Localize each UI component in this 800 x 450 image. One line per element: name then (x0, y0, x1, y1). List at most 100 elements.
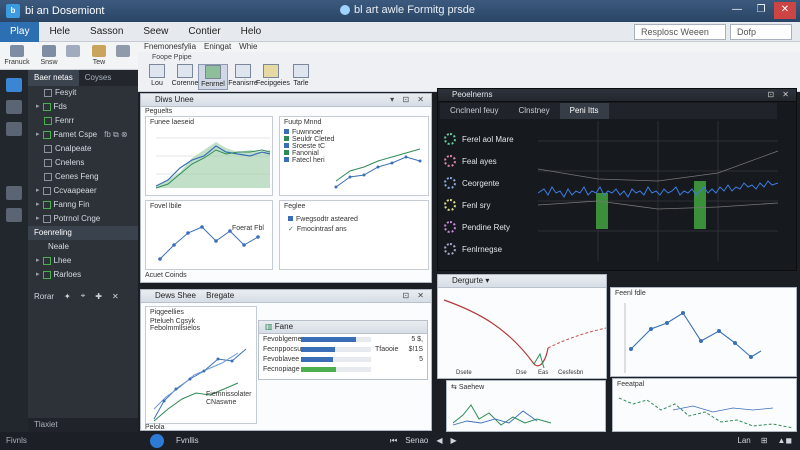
close-icon[interactable]: ✕ (112, 292, 119, 301)
tool-corenne[interactable]: Corenne (170, 64, 200, 90)
menu-sasson[interactable]: Sasson (80, 22, 133, 42)
ribbon-tab-eningat[interactable]: Eningat (204, 42, 231, 54)
notification-icon[interactable]: ▲◼ (777, 436, 792, 445)
tool-fecipgeies[interactable]: Fecipgeies (256, 64, 290, 90)
checkbox[interactable] (44, 117, 52, 125)
area-chart (155, 137, 271, 189)
sidebar-section-header[interactable]: Foenreling (28, 226, 138, 240)
menu-play[interactable]: Play (0, 21, 40, 42)
files-icon[interactable] (6, 78, 22, 92)
search-input[interactable]: Resplosc Weeen (634, 24, 726, 40)
chart-scatter-line: Fovel lbile Foerat Fbl (145, 200, 273, 270)
checkbox[interactable] (44, 89, 52, 97)
search-input-secondary[interactable]: Dofp (730, 24, 792, 40)
sidebar-item[interactable]: Cnalpeate (28, 142, 138, 156)
x-axis-label: Dse (516, 370, 527, 376)
prev-icon[interactable]: ◀ (436, 436, 442, 446)
panel-dark-chart: Peoelnerns ⊡ ✕ Cnclnenl feuy Clnstney Pen… (437, 88, 797, 271)
sidebar-item[interactable]: ▸ Potrnol Cnge (28, 212, 138, 226)
status-left-text: Fivnls (6, 436, 27, 445)
panel-side-label: Peguelts (145, 108, 173, 115)
checkbox[interactable] (44, 159, 52, 167)
plus-icon[interactable]: ✚ (95, 292, 102, 301)
franuck-button[interactable]: Franuck (2, 44, 32, 68)
target-icon[interactable]: ⌖ (81, 291, 86, 301)
menu-helo[interactable]: Helo (231, 22, 272, 42)
progress-label: Fecnppocsue (263, 345, 306, 353)
panel-mini-chart: ⇆ Saehew (446, 380, 606, 432)
skip-back-icon[interactable]: ⏮ (390, 436, 397, 446)
next-icon[interactable]: ▶ (451, 436, 457, 446)
menu-hele[interactable]: Hele (39, 22, 80, 42)
tool-lou[interactable]: Lou (142, 64, 172, 90)
sidebar-item[interactable]: ▸ Fds (28, 100, 138, 114)
funnel-icon (205, 65, 221, 79)
branch-icon[interactable] (6, 122, 22, 136)
sidebar-item[interactable]: Cenes Feng (28, 170, 138, 184)
grid-icon[interactable]: ⊞ (761, 436, 768, 445)
tab-clnstney[interactable]: Clnstney (508, 103, 559, 119)
tab-peni-itts[interactable]: Peni Itts (559, 103, 609, 119)
sidebar-sub-item[interactable]: Neale (28, 240, 138, 254)
sidebar-sub-item[interactable]: ▸ Lhee (28, 254, 138, 268)
progress-fill (301, 356, 334, 362)
sidebar-sub-item[interactable]: ▸ Rarloes (28, 268, 138, 282)
gear-icon[interactable] (6, 208, 22, 222)
tool-feanisrre[interactable]: Feanisrre (228, 64, 258, 90)
copy-icon (66, 45, 80, 57)
checkbox[interactable] (44, 173, 52, 181)
red-line-chart: Dsete Dse Eas Cesfesbn (443, 299, 607, 376)
checkbox[interactable] (42, 271, 51, 279)
dark-tabs: Cnclnenl feuy Clnstney Peni Itts (440, 103, 777, 119)
checkbox[interactable] (44, 145, 52, 153)
sidebar-item[interactable]: Cnelens (28, 156, 138, 170)
pin-icon (10, 45, 24, 57)
dark-legend-item: Fenlrnegse (444, 243, 502, 255)
maximize-button[interactable]: ❐ (750, 2, 772, 19)
sidebar-item[interactable]: ▸ Famet Cspe fb ⧉ ⊗ (28, 128, 138, 142)
checkbox[interactable] (42, 201, 51, 209)
sidebar-item[interactable]: Fesyit (28, 86, 138, 100)
sidebar-item[interactable]: ▸ Fanng Fin (28, 198, 138, 212)
caret-icon: ▸ (36, 103, 40, 110)
info-icon[interactable] (150, 434, 164, 448)
checkbox[interactable] (42, 187, 51, 195)
sparkle-icon[interactable]: ✦ (64, 292, 71, 301)
checkbox[interactable] (42, 215, 51, 223)
tool-tarle[interactable]: Tarle (286, 64, 316, 90)
close-button[interactable]: ✕ (774, 2, 796, 19)
ring-icon (444, 155, 456, 167)
search-icon[interactable] (6, 100, 22, 114)
status-bar: Fivnls Fvnllis ⏮ Senao ◀ ▶ Lan ⊞ ▲◼ (0, 432, 800, 450)
dark-legend-item: Ferel aol Mare (444, 133, 514, 145)
checkbox[interactable] (42, 257, 51, 265)
menu-contier[interactable]: Contier (178, 22, 230, 42)
sidebar-item[interactable]: Fenrr (28, 114, 138, 128)
dropdown-icon[interactable]: ▾ (483, 276, 489, 285)
sidebar-tab-coyses[interactable]: Coyses (79, 70, 118, 86)
dark-legend-item: Feal ayes (444, 155, 497, 167)
chart-bottom-left: Piqgeellies Ptelueh Cgsyk Febolmmllsielo… (145, 306, 257, 424)
sidebar-tab-baer-netas[interactable]: Baer netas (28, 70, 79, 86)
tab-cnclnenl-feuy[interactable]: Cnclnenl feuy (440, 103, 508, 119)
cut-button[interactable] (108, 44, 138, 68)
ribbon-tab-whie[interactable]: Whie (239, 42, 257, 54)
checkbox[interactable] (42, 103, 51, 111)
minimize-button[interactable]: — (726, 2, 748, 19)
progress-label: Fevoblavee (263, 355, 300, 363)
status-lang[interactable]: Lan (737, 436, 750, 445)
ribbon-tab-fnemonesfylia[interactable]: Fnemonesfylia (144, 42, 196, 54)
menu-seew[interactable]: Seew (133, 22, 178, 42)
table-icon (293, 64, 309, 78)
checkbox[interactable] (42, 131, 51, 139)
panel-controls[interactable]: ⊡ ✕ (767, 89, 792, 101)
panel-controls[interactable]: ⊡ ✕ (402, 290, 427, 302)
window-title: bi an Dosemiont (25, 5, 105, 17)
sidebar-item[interactable]: ▸ Ccvaapeaer (28, 184, 138, 198)
line-series-blue (672, 405, 774, 413)
tool-fenrnel[interactable]: Fenrnel (198, 64, 228, 90)
extensions-icon[interactable] (6, 186, 22, 200)
sidebar-item-label: Potrnol Cnge (53, 214, 101, 223)
dark-legend-item: Pendine Rety (444, 221, 510, 233)
panel-controls[interactable]: ▾ ⊡ ✕ (390, 94, 427, 106)
